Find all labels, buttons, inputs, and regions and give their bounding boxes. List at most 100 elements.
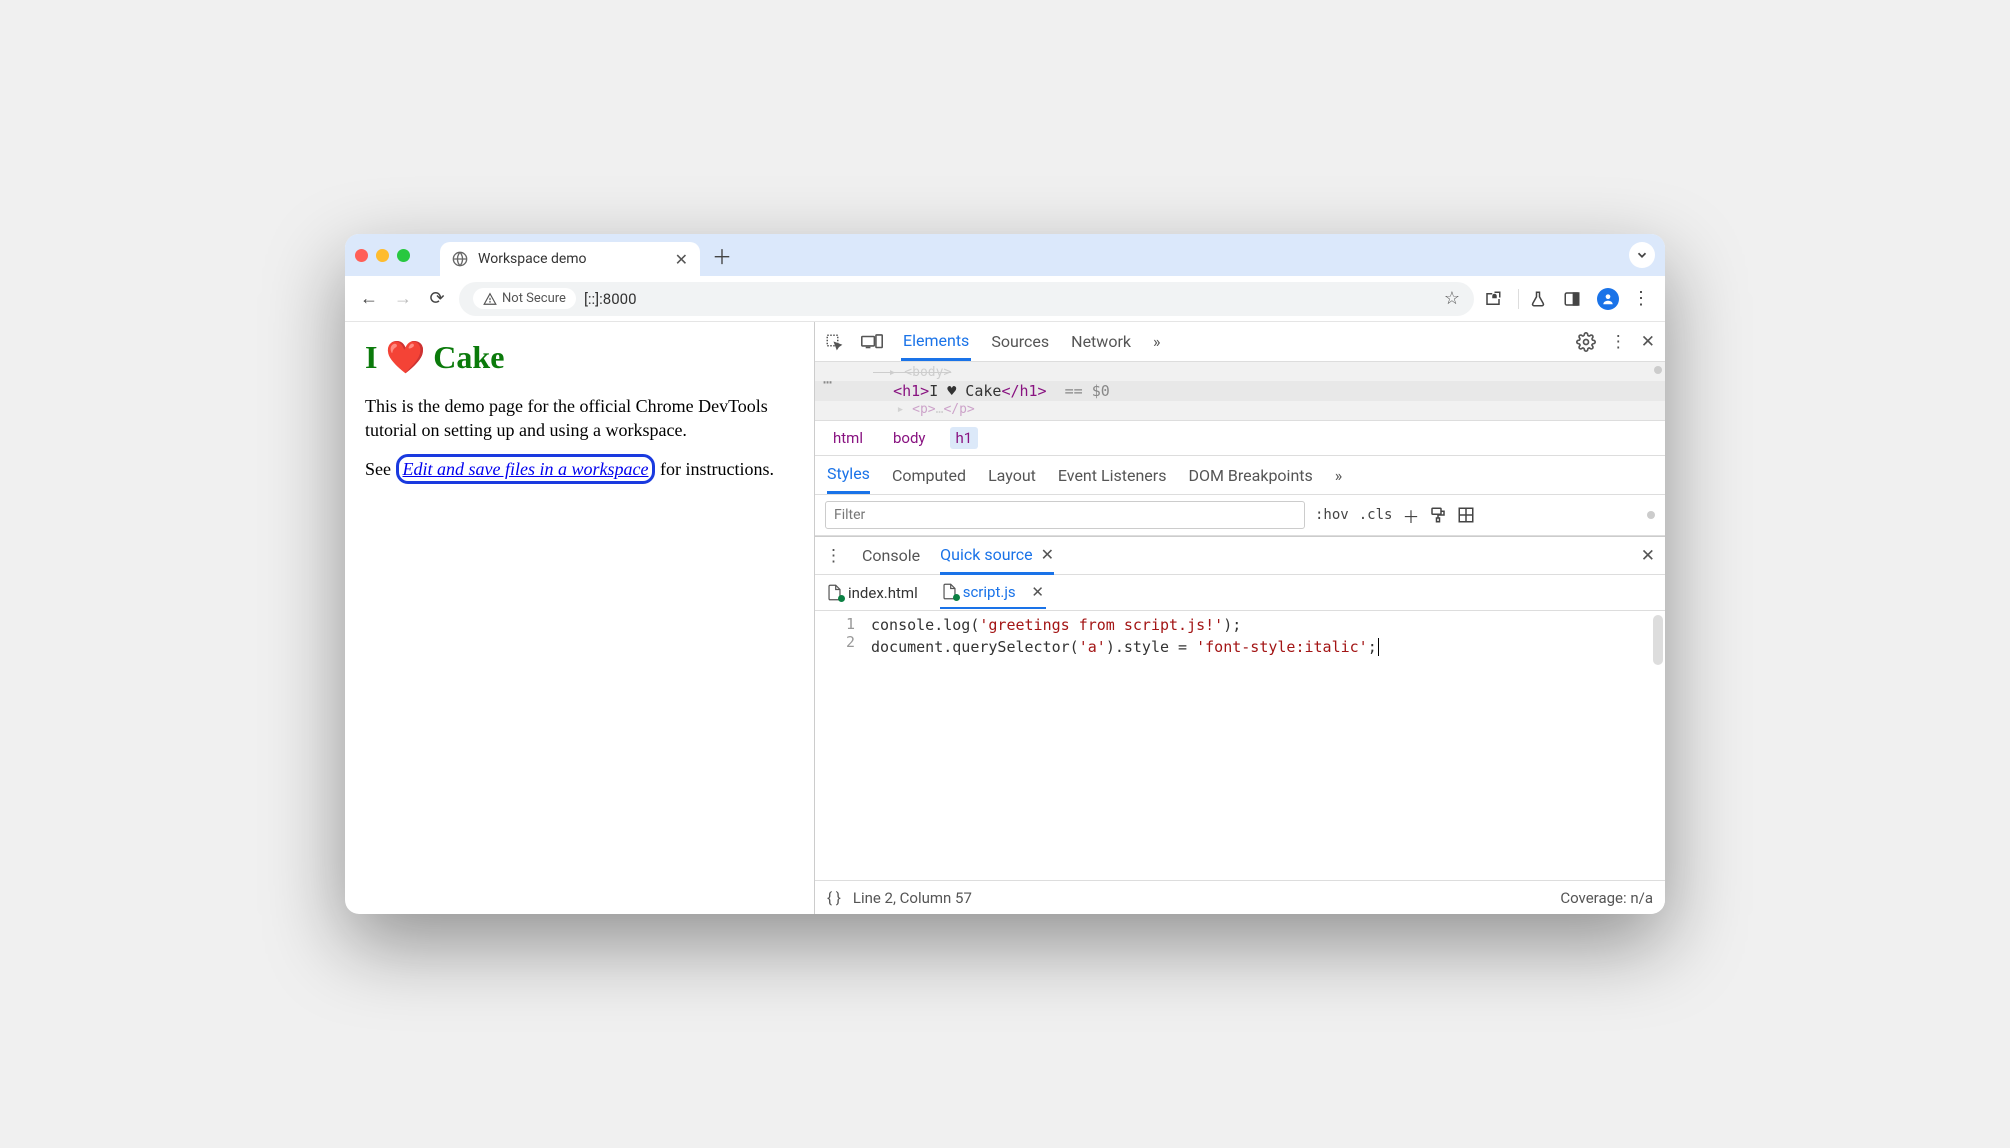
page-paragraph-1: This is the demo page for the official C… (365, 394, 794, 443)
minimize-window-button[interactable] (376, 249, 389, 262)
bookmark-icon[interactable]: ☆ (1444, 288, 1460, 309)
tabs-menu-button[interactable] (1629, 242, 1655, 268)
devtools-drawer: ⋮ Console Quick source ✕ ✕ index.html (815, 536, 1665, 914)
new-style-icon[interactable]: ＋ (1402, 503, 1419, 528)
para2-suffix: for instructions. (655, 459, 774, 479)
divider (1518, 289, 1519, 309)
labs-icon[interactable] (1529, 290, 1553, 308)
dom-h1-close: </h1> (1001, 382, 1046, 400)
dom-eq: == $0 (1065, 382, 1110, 400)
subtab-styles[interactable]: Styles (827, 456, 870, 494)
forward-button[interactable]: → (391, 288, 415, 309)
file-icon (942, 583, 957, 600)
file-script-label: script.js (963, 583, 1016, 601)
traffic-lights (355, 249, 410, 262)
close-file-icon[interactable]: ✕ (1031, 583, 1044, 601)
url-text: [::]:8000 (584, 290, 637, 308)
dom-h1-text: I ♥ Cake (929, 382, 1001, 400)
dom-breadcrumbs: html body h1 (815, 421, 1665, 456)
warning-icon (483, 292, 497, 306)
new-tab-button[interactable]: ＋ (712, 241, 732, 270)
heading-prefix: I (365, 339, 385, 375)
source-editor[interactable]: 1 2 console.log('greetings from script.j… (815, 611, 1665, 880)
code-area[interactable]: console.log('greetings from script.js!')… (865, 611, 1665, 880)
tab-elements[interactable]: Elements (901, 323, 971, 361)
devtools-panel: Elements Sources Network » ⋮ ✕ ⋯ ▸ <body… (815, 322, 1665, 914)
tab-bar: Workspace demo ✕ ＋ (345, 234, 1665, 276)
close-window-button[interactable] (355, 249, 368, 262)
tab-network[interactable]: Network (1069, 324, 1133, 359)
subtab-more[interactable]: » (1335, 458, 1343, 493)
workspace-link[interactable]: Edit and save files in a workspace (396, 454, 656, 484)
editor-status-bar: { } Line 2, Column 57 Coverage: n/a (815, 880, 1665, 914)
styles-tabbar: Styles Computed Layout Event Listeners D… (815, 456, 1665, 495)
devtools-tabbar: Elements Sources Network » ⋮ ✕ (815, 322, 1665, 362)
crumb-body[interactable]: body (887, 427, 932, 449)
globe-icon (452, 251, 468, 267)
subtab-layout[interactable]: Layout (988, 458, 1036, 493)
styles-filter-input[interactable]: Filter (825, 501, 1305, 529)
back-button[interactable]: ← (357, 288, 381, 309)
tab-title: Workspace demo (478, 251, 587, 267)
coverage-status: Coverage: n/a (1560, 889, 1653, 907)
dom-line-body[interactable]: ▸ <body> (815, 364, 1665, 381)
editor-scrollbar[interactable] (1653, 615, 1663, 665)
dom-tree[interactable]: ⋯ ▸ <body> <h1>I ♥ Cake</h1> == $0 ▸ <p>… (815, 362, 1665, 421)
file-icon (827, 584, 842, 601)
para2-prefix: See (365, 459, 396, 479)
sidepanel-icon[interactable] (1563, 290, 1587, 308)
tab-more[interactable]: » (1151, 324, 1163, 359)
extensions-icon[interactable] (1484, 290, 1508, 308)
drawer-tabbar: ⋮ Console Quick source ✕ ✕ (815, 537, 1665, 575)
line-gutter: 1 2 (815, 611, 865, 880)
tab-sources[interactable]: Sources (989, 324, 1051, 359)
hov-button[interactable]: :hov (1315, 507, 1349, 523)
dom-line-h1[interactable]: <h1>I ♥ Cake</h1> == $0 (815, 381, 1665, 401)
device-icon[interactable] (861, 333, 883, 351)
paint-icon[interactable] (1429, 506, 1447, 524)
profile-avatar[interactable] (1597, 288, 1619, 310)
dom-line-p[interactable]: ▸ <p>…</p> (815, 401, 1665, 418)
heading-suffix: Cake (425, 339, 504, 375)
crumb-html[interactable]: html (827, 427, 869, 449)
file-tab-script[interactable]: script.js ✕ (940, 577, 1046, 609)
drawer-menu-icon[interactable]: ⋮ (825, 546, 842, 566)
file-index-label: index.html (848, 584, 918, 602)
drawer-files: index.html script.js ✕ (815, 575, 1665, 611)
lineno-2: 2 (815, 633, 855, 651)
browser-tab[interactable]: Workspace demo ✕ (440, 242, 700, 276)
maximize-window-button[interactable] (397, 249, 410, 262)
rendered-page: I ❤️ Cake This is the demo page for the … (345, 322, 815, 914)
address-bar: ← → ⟳ Not Secure [::]:8000 ☆ ⋮ (345, 276, 1665, 322)
omnibox[interactable]: Not Secure [::]:8000 ☆ (459, 282, 1474, 316)
cls-button[interactable]: .cls (1359, 507, 1393, 523)
styles-toolbar: Filter :hov .cls ＋ (815, 495, 1665, 536)
file-tab-index[interactable]: index.html (825, 578, 920, 608)
inspect-icon[interactable] (825, 333, 843, 351)
styles-scrollhint (1647, 511, 1655, 519)
reload-button[interactable]: ⟳ (425, 288, 449, 309)
subtab-dombp[interactable]: DOM Breakpoints (1188, 458, 1312, 493)
content-area: I ❤️ Cake This is the demo page for the … (345, 322, 1665, 914)
menu-icon[interactable]: ⋮ (1629, 288, 1653, 309)
format-icon[interactable]: { } (827, 889, 841, 907)
security-label: Not Secure (502, 291, 566, 306)
flexgrid-icon[interactable] (1457, 506, 1475, 524)
crumb-h1[interactable]: h1 (950, 427, 979, 449)
settings-icon[interactable] (1576, 332, 1596, 352)
close-quicksource-icon[interactable]: ✕ (1041, 545, 1054, 564)
drawer-close-icon[interactable]: ✕ (1641, 546, 1655, 566)
devtools-menu-icon[interactable]: ⋮ (1610, 332, 1627, 352)
close-tab-icon[interactable]: ✕ (675, 250, 688, 269)
subtab-eventlisteners[interactable]: Event Listeners (1058, 458, 1167, 493)
page-heading: I ❤️ Cake (365, 338, 794, 376)
devtools-close-icon[interactable]: ✕ (1641, 332, 1655, 352)
subtab-computed[interactable]: Computed (892, 458, 966, 493)
security-chip[interactable]: Not Secure (473, 288, 576, 309)
drawer-tab-quicksource[interactable]: Quick source ✕ (940, 537, 1054, 575)
dom-h1-open: <h1> (893, 382, 929, 400)
scrollbar-thumb[interactable] (1654, 366, 1662, 374)
browser-window: Workspace demo ✕ ＋ ← → ⟳ Not Secure [::]… (345, 234, 1665, 914)
drawer-tab-console[interactable]: Console (862, 538, 920, 573)
page-paragraph-2: See Edit and save files in a workspace f… (365, 457, 794, 481)
